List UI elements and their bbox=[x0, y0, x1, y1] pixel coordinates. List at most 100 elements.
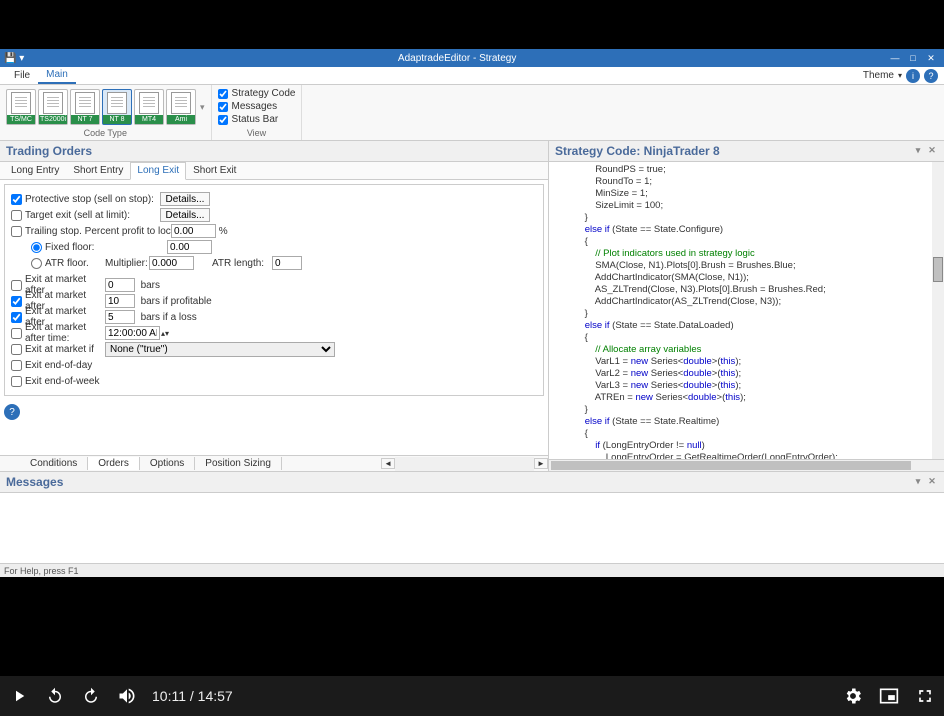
bars-loss-label: bars if a loss bbox=[141, 312, 197, 323]
panel-help-icon[interactable]: ? bbox=[4, 404, 20, 420]
view-strategy-code-checkbox[interactable] bbox=[218, 89, 228, 99]
exit-if-label: Exit at market if bbox=[25, 344, 105, 355]
ribbon: TS/MC TS2000i NT 7 NT 8 MT4 Ami ▾ Code T… bbox=[0, 85, 944, 141]
exit-if-select[interactable]: None ("true") bbox=[105, 342, 335, 357]
exit-after-time-label: Exit at market after time: bbox=[25, 322, 105, 344]
codetype-ts2000i[interactable]: TS2000i bbox=[38, 89, 68, 125]
exit-after-loss-value[interactable] bbox=[105, 310, 135, 324]
pct-label: % bbox=[219, 226, 228, 237]
trailing-stop-label: Trailing stop. Percent profit to lock in… bbox=[25, 226, 171, 237]
pip-button[interactable] bbox=[878, 685, 900, 707]
exit-after-time-checkbox[interactable] bbox=[11, 328, 22, 339]
exit-eod-label: Exit end-of-day bbox=[25, 360, 92, 371]
codetype-group-label: Code Type bbox=[6, 127, 205, 138]
bars-prof-label: bars if profitable bbox=[141, 296, 212, 307]
messages-title: Messages ▾✕ bbox=[0, 472, 944, 493]
menubar: File Main Theme ▾ i ? bbox=[0, 67, 944, 85]
view-status-bar-checkbox[interactable] bbox=[218, 115, 228, 125]
video-time: 10:11 / 14:57 bbox=[152, 688, 233, 704]
exit-after-time-value[interactable] bbox=[105, 326, 160, 340]
fullscreen-button[interactable] bbox=[914, 685, 936, 707]
atr-floor-label: ATR floor. bbox=[45, 258, 105, 269]
help-icon[interactable]: i bbox=[906, 69, 920, 83]
messages-panel: Messages ▾✕ bbox=[0, 471, 944, 563]
ribbon-code-type-group: TS/MC TS2000i NT 7 NT 8 MT4 Ami ▾ Code T… bbox=[0, 85, 212, 140]
btab-conditions[interactable]: Conditions bbox=[20, 457, 88, 470]
code-hscroll[interactable] bbox=[549, 459, 944, 471]
codetype-ami[interactable]: Ami bbox=[166, 89, 196, 125]
orders-form: Protective stop (sell on stop):Details..… bbox=[4, 184, 544, 396]
exit-after-prof-checkbox[interactable] bbox=[11, 296, 22, 307]
multiplier-value[interactable] bbox=[149, 256, 194, 270]
btab-position-sizing[interactable]: Position Sizing bbox=[195, 457, 282, 470]
exit-after-loss-checkbox[interactable] bbox=[11, 312, 22, 323]
tab-long-entry[interactable]: Long Entry bbox=[4, 162, 66, 179]
fixed-floor-label: Fixed floor: bbox=[45, 242, 167, 253]
exit-eow-label: Exit end-of-week bbox=[25, 376, 99, 387]
messages-dropdown-icon[interactable]: ▾ bbox=[912, 476, 924, 488]
protective-stop-details-button[interactable]: Details... bbox=[160, 192, 210, 206]
trading-orders-title: Trading Orders bbox=[0, 141, 548, 162]
exit-after-prof-value[interactable] bbox=[105, 294, 135, 308]
view-group-label: View bbox=[218, 127, 296, 138]
menu-main[interactable]: Main bbox=[38, 67, 76, 84]
btab-orders[interactable]: Orders bbox=[88, 457, 140, 470]
target-exit-details-button[interactable]: Details... bbox=[160, 208, 210, 222]
minimize-button[interactable]: — bbox=[886, 53, 904, 63]
theme-dropdown-icon[interactable]: ▾ bbox=[898, 71, 902, 80]
code-panel-close-icon[interactable]: ✕ bbox=[926, 145, 938, 157]
btab-options[interactable]: Options bbox=[140, 457, 195, 470]
ribbon-view-group: Strategy Code Messages Status Bar View bbox=[212, 85, 303, 140]
exit-eow-checkbox[interactable] bbox=[11, 376, 22, 387]
target-exit-label: Target exit (sell at limit): bbox=[25, 210, 160, 221]
code-panel-title: Strategy Code: NinjaTrader 8 ▾✕ bbox=[549, 141, 944, 162]
app-window: 💾 ▾ AdaptradeEditor - Strategy — □ ✕ Fil… bbox=[0, 49, 944, 577]
tab-short-entry[interactable]: Short Entry bbox=[66, 162, 130, 179]
code-vscroll[interactable] bbox=[932, 162, 944, 459]
theme-label[interactable]: Theme bbox=[863, 70, 894, 81]
scroll-right-icon[interactable]: ► bbox=[534, 458, 548, 469]
settings-button[interactable] bbox=[842, 685, 864, 707]
atr-length-value[interactable] bbox=[272, 256, 302, 270]
volume-button[interactable] bbox=[116, 685, 138, 707]
atr-floor-radio[interactable] bbox=[31, 258, 42, 269]
exit-after-bars-checkbox[interactable] bbox=[11, 280, 22, 291]
tab-short-exit[interactable]: Short Exit bbox=[186, 162, 243, 179]
close-button[interactable]: ✕ bbox=[922, 53, 940, 64]
codetype-mt4[interactable]: MT4 bbox=[134, 89, 164, 125]
fixed-floor-radio[interactable] bbox=[31, 242, 42, 253]
code-area[interactable]: RoundPS = true; RoundTo = 1; MinSize = 1… bbox=[549, 162, 944, 459]
code-panel-dropdown-icon[interactable]: ▾ bbox=[912, 145, 924, 157]
maximize-button[interactable]: □ bbox=[904, 53, 922, 63]
replay-button[interactable] bbox=[44, 685, 66, 707]
forward-button[interactable] bbox=[80, 685, 102, 707]
target-exit-checkbox[interactable] bbox=[11, 210, 22, 221]
tab-long-exit[interactable]: Long Exit bbox=[130, 162, 186, 180]
view-messages-checkbox[interactable] bbox=[218, 102, 228, 112]
trailing-stop-checkbox[interactable] bbox=[11, 226, 22, 237]
messages-body bbox=[0, 493, 944, 563]
play-button[interactable] bbox=[8, 685, 30, 707]
exit-eod-checkbox[interactable] bbox=[11, 360, 22, 371]
status-bar: For Help, press F1 bbox=[0, 563, 944, 577]
messages-close-icon[interactable]: ✕ bbox=[926, 476, 938, 488]
protective-stop-checkbox[interactable] bbox=[11, 194, 22, 205]
codetype-more-icon[interactable]: ▾ bbox=[200, 102, 205, 113]
help2-icon[interactable]: ? bbox=[924, 69, 938, 83]
window-title: AdaptradeEditor - Strategy bbox=[28, 53, 886, 64]
save-icon[interactable]: 💾 ▾ bbox=[4, 53, 24, 64]
codetype-nt8[interactable]: NT 8 bbox=[102, 89, 132, 125]
codetype-nt7[interactable]: NT 7 bbox=[70, 89, 100, 125]
bottom-tabs: Conditions Orders Options Position Sizin… bbox=[0, 455, 548, 471]
exit-after-bars-value[interactable] bbox=[105, 278, 135, 292]
fixed-floor-value[interactable] bbox=[167, 240, 212, 254]
scroll-left-icon[interactable]: ◄ bbox=[381, 458, 395, 469]
exit-if-checkbox[interactable] bbox=[11, 344, 22, 355]
time-spinner-icon[interactable]: ▴▾ bbox=[161, 329, 169, 338]
view-status-bar-label: Status Bar bbox=[232, 114, 279, 125]
codetype-tsmc[interactable]: TS/MC bbox=[6, 89, 36, 125]
menu-file[interactable]: File bbox=[6, 68, 38, 83]
view-messages-label: Messages bbox=[232, 101, 278, 112]
bars-label: bars bbox=[141, 280, 160, 291]
trailing-stop-value[interactable] bbox=[171, 224, 216, 238]
